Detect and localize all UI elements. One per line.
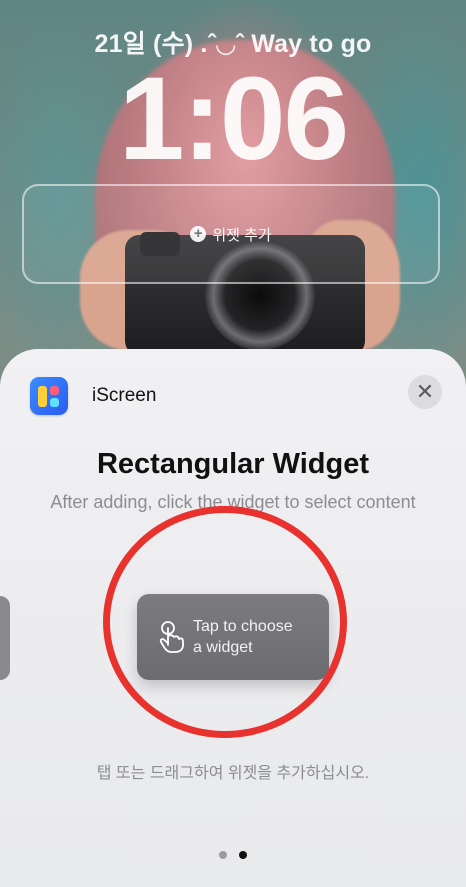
lock-clock[interactable]: 1:06 — [0, 54, 466, 184]
page-dot-1[interactable] — [219, 851, 227, 859]
plus-circle-icon: + — [190, 226, 207, 242]
widget-preview-card[interactable]: Tap to choose a widget — [137, 594, 329, 680]
iscreen-app-icon — [30, 377, 68, 415]
page-indicator[interactable] — [0, 851, 466, 859]
app-header: iScreen — [30, 377, 156, 415]
previous-widget-preview[interactable] — [0, 596, 10, 680]
close-button[interactable]: ✕ — [408, 375, 442, 409]
widget-subtitle: After adding, click the widget to select… — [50, 492, 416, 512]
widget-card-text: Tap to choose a widget — [193, 616, 293, 658]
add-widget-hint: 탭 또는 드래그하여 위젯을 추가하십시오. — [96, 765, 370, 782]
close-icon: ✕ — [415, 379, 435, 404]
page-dot-2[interactable] — [239, 851, 247, 859]
add-widget-label: 위젯 추가 — [212, 226, 272, 244]
widget-card-line2: a widget — [193, 639, 253, 656]
add-widget-slot[interactable]: + 위젯 추가 — [22, 184, 440, 284]
widget-card-line1: Tap to choose — [193, 618, 293, 635]
app-name: iScreen — [92, 385, 157, 406]
widget-gallery-sheet: iScreen ✕ Rectangular Widget After addin… — [0, 349, 466, 887]
widget-title: Rectangular Widget — [96, 448, 370, 480]
tap-hand-icon — [159, 621, 184, 653]
lock-screen-editor: 21일 (수) .ˆ◡ˆ Way to go 1:06 + 위젯 추가 iScr… — [0, 0, 466, 887]
